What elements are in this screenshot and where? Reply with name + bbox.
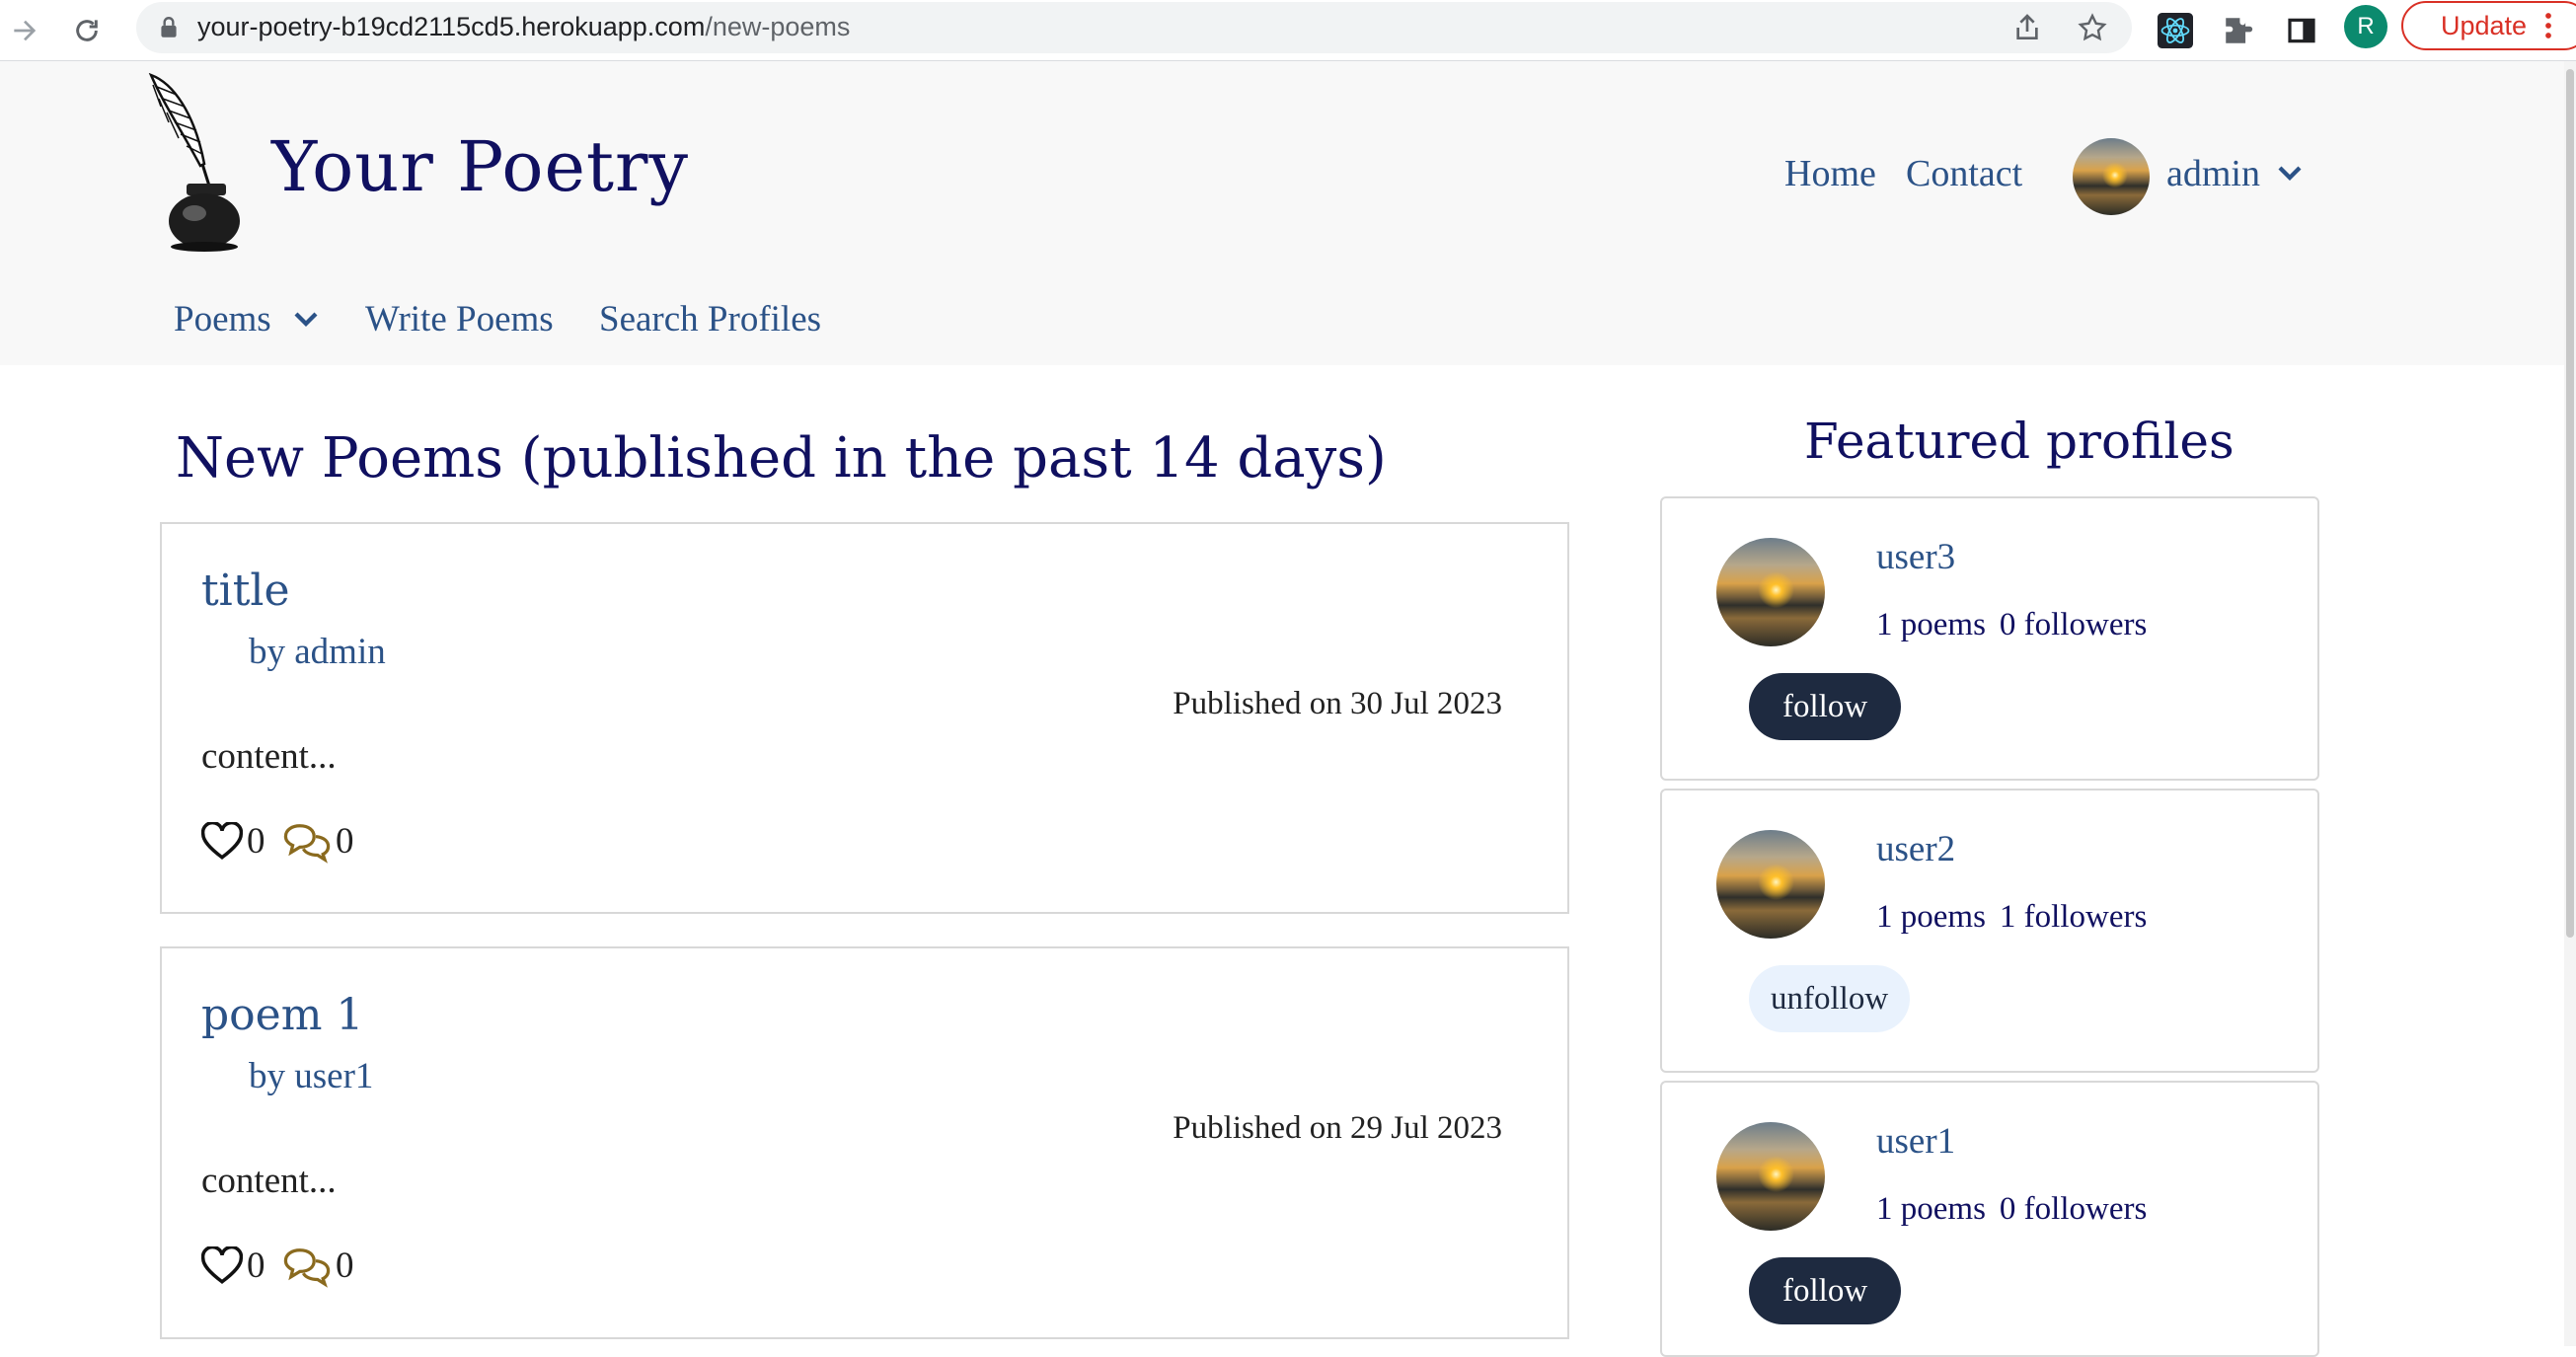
- bookmark-star-icon[interactable]: [2077, 12, 2108, 43]
- profile-stats: 1 poems 0 followers: [1876, 607, 2147, 643]
- page-scrollbar[interactable]: [2564, 61, 2576, 1346]
- chevron-down-icon[interactable]: [2275, 158, 2305, 188]
- nav-home-link[interactable]: Home: [1784, 152, 1876, 195]
- user-name: admin: [2166, 153, 2260, 194]
- browser-toolbar: your-poetry-b19cd2115cd5.herokuapp.com/n…: [0, 0, 2576, 61]
- lock-icon: [161, 17, 177, 38]
- poem-excerpt: content...: [201, 1161, 337, 1201]
- poem-author-link[interactable]: by admin: [249, 631, 386, 673]
- poem-card: title by admin Published on 30 Jul 2023 …: [160, 522, 1569, 914]
- site-brand[interactable]: Your Poetry: [271, 126, 689, 207]
- search-profiles-link[interactable]: Search Profiles: [599, 298, 821, 340]
- heart-icon[interactable]: [201, 1246, 243, 1286]
- side-panel-icon[interactable]: [2280, 9, 2323, 52]
- address-bar[interactable]: your-poetry-b19cd2115cd5.herokuapp.com/n…: [136, 2, 2132, 53]
- profile-stats: 1 poems 0 followers: [1876, 1191, 2147, 1228]
- profile-poem-count: 1 poems: [1876, 1191, 1986, 1227]
- comment-count: 0: [336, 821, 354, 862]
- profile-follower-count: 0 followers: [1999, 607, 2148, 642]
- url-path: /new-poems: [705, 12, 851, 41]
- extensions-puzzle-icon[interactable]: [2217, 9, 2260, 52]
- profile-avatar[interactable]: [1716, 830, 1825, 939]
- profile-card: user1 1 poems 0 followers follow: [1660, 1081, 2319, 1357]
- comments-icon[interactable]: [280, 820, 334, 864]
- like-count: 0: [247, 821, 265, 862]
- featured-profiles-heading: Featured profiles: [1804, 413, 2235, 470]
- profile-poem-count: 1 poems: [1876, 899, 1986, 935]
- poem-excerpt: content...: [201, 736, 337, 777]
- more-vert-icon: [2545, 13, 2551, 38]
- url-domain: your-poetry-b19cd2115cd5.herokuapp.com: [197, 12, 706, 41]
- poem-published-date: Published on 29 Jul 2023: [1173, 1110, 1502, 1146]
- url-text: your-poetry-b19cd2115cd5.herokuapp.com/n…: [197, 12, 850, 42]
- profile-follower-count: 1 followers: [1999, 899, 2148, 935]
- profile-avatar-button[interactable]: R: [2344, 5, 2387, 48]
- user-avatar[interactable]: [2073, 138, 2150, 215]
- profile-name-link[interactable]: user3: [1876, 536, 1955, 578]
- heart-icon[interactable]: [201, 822, 243, 862]
- profile-follower-count: 0 followers: [1999, 1191, 2148, 1227]
- update-button[interactable]: Update: [2401, 1, 2576, 50]
- scrollbar-thumb[interactable]: [2566, 69, 2574, 938]
- profile-avatar[interactable]: [1716, 538, 1825, 646]
- share-icon[interactable]: [2011, 12, 2043, 43]
- forward-icon[interactable]: [2, 8, 47, 53]
- profile-card: user2 1 poems 1 followers unfollow: [1660, 789, 2319, 1073]
- update-label: Update: [2441, 10, 2528, 40]
- chevron-down-icon[interactable]: [291, 304, 321, 334]
- profile-card: user3 1 poems 0 followers follow: [1660, 496, 2319, 781]
- poem-author-link[interactable]: by user1: [249, 1055, 373, 1097]
- poem-published-date: Published on 30 Jul 2023: [1173, 686, 1502, 721]
- poem-title-link[interactable]: poem 1: [201, 990, 363, 1040]
- poem-title-link[interactable]: title: [201, 565, 290, 616]
- page-title: New Poems (published in the past 14 days…: [176, 426, 1387, 490]
- reload-icon[interactable]: [64, 8, 110, 53]
- profile-stats: 1 poems 1 followers: [1876, 899, 2147, 936]
- profile-name-link[interactable]: user1: [1876, 1120, 1955, 1163]
- like-count: 0: [247, 1245, 265, 1286]
- user-menu-toggle[interactable]: admin: [2166, 152, 2260, 195]
- comments-icon[interactable]: [280, 1244, 334, 1288]
- follow-button[interactable]: follow: [1749, 1257, 1902, 1324]
- site-header: Your Poetry Home Contact admin Poems Wri…: [0, 61, 2564, 365]
- comment-count: 0: [336, 1245, 354, 1286]
- profile-poem-count: 1 poems: [1876, 607, 1986, 642]
- poems-dropdown[interactable]: Poems: [174, 298, 271, 340]
- poem-card: poem 1 by user1 Published on 29 Jul 2023…: [160, 946, 1569, 1339]
- profile-name-link[interactable]: user2: [1876, 828, 1955, 870]
- unfollow-button[interactable]: unfollow: [1749, 965, 1911, 1032]
- profile-avatar[interactable]: [1716, 1122, 1825, 1231]
- write-poems-link[interactable]: Write Poems: [365, 298, 554, 340]
- react-devtools-icon[interactable]: [2154, 9, 2197, 52]
- nav-contact-link[interactable]: Contact: [1906, 152, 2022, 195]
- follow-button[interactable]: follow: [1749, 673, 1902, 740]
- quill-inkwell-logo-icon[interactable]: [143, 73, 242, 253]
